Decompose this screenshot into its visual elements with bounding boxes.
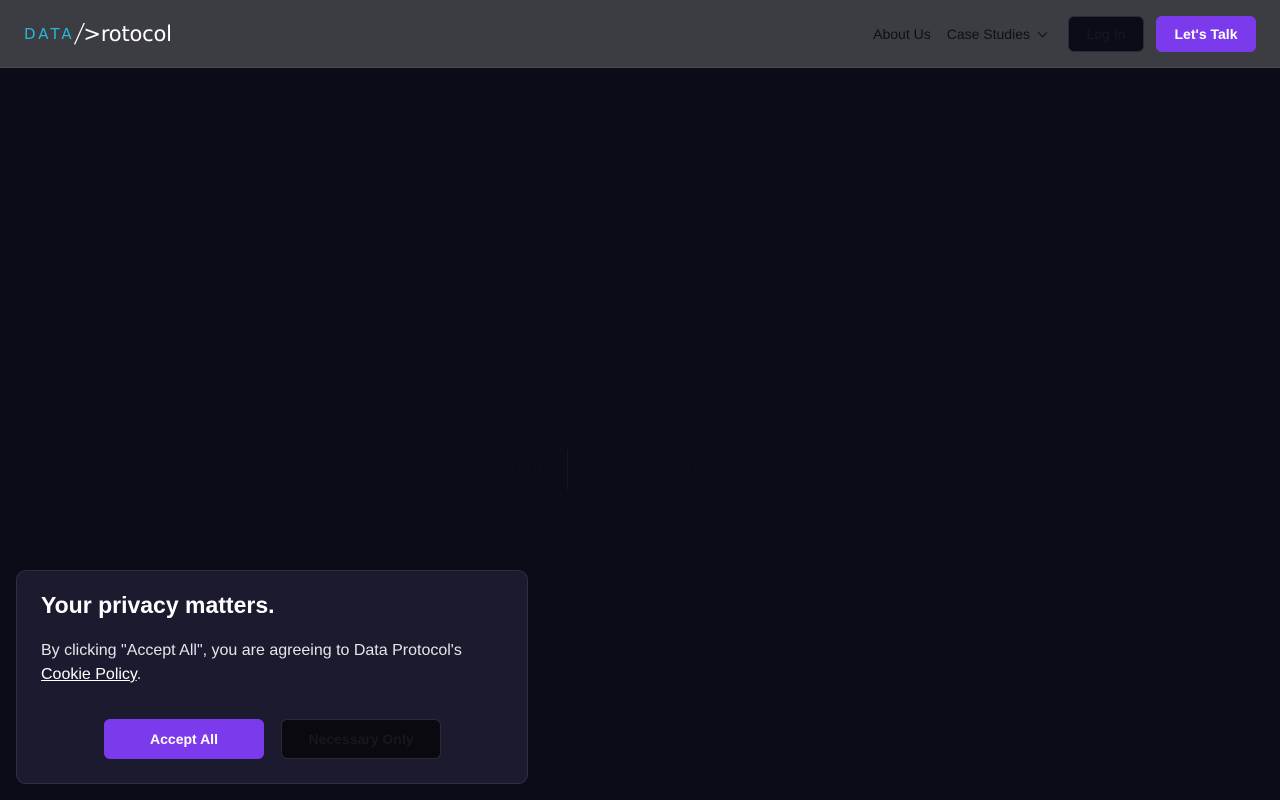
- error-code: 404: [504, 450, 569, 490]
- chevron-down-icon: [1037, 27, 1048, 37]
- lets-talk-button[interactable]: Let's Talk: [1156, 16, 1256, 52]
- cookie-consent-banner: Your privacy matters. By clicking "Accep…: [16, 570, 528, 784]
- cookie-description: By clicking "Accept All", you are agreei…: [41, 639, 511, 687]
- logo-protocol-text: >rotocol: [83, 22, 172, 46]
- accept-all-button[interactable]: Accept All: [104, 719, 264, 759]
- top-navbar: DATA / >rotocol About Us Case Studies Lo…: [0, 0, 1280, 68]
- nav-link-case-studies[interactable]: Case Studies: [946, 26, 1048, 42]
- nav-links: About Us Case Studies Log In Let's Talk: [873, 16, 1256, 52]
- necessary-only-button[interactable]: Necessary Only: [281, 719, 441, 759]
- cookie-actions: Accept All Necessary Only: [104, 719, 441, 759]
- error-message: This page could not be found.: [591, 462, 776, 478]
- nav-link-case-studies-label: Case Studies: [946, 26, 1030, 42]
- cookie-description-end: .: [136, 666, 142, 683]
- cookie-description-text: By clicking "Accept All", you are agreei…: [41, 642, 462, 659]
- nav-link-about-us[interactable]: About Us: [873, 26, 931, 42]
- logo-data-text: DATA: [24, 25, 75, 43]
- log-in-button[interactable]: Log In: [1068, 16, 1144, 52]
- not-found-message: 404 This page could not be found.: [0, 450, 1280, 490]
- data-protocol-logo[interactable]: DATA / >rotocol: [24, 19, 172, 49]
- cookie-policy-link[interactable]: Cookie Policy: [41, 666, 137, 683]
- cookie-title: Your privacy matters.: [41, 592, 275, 618]
